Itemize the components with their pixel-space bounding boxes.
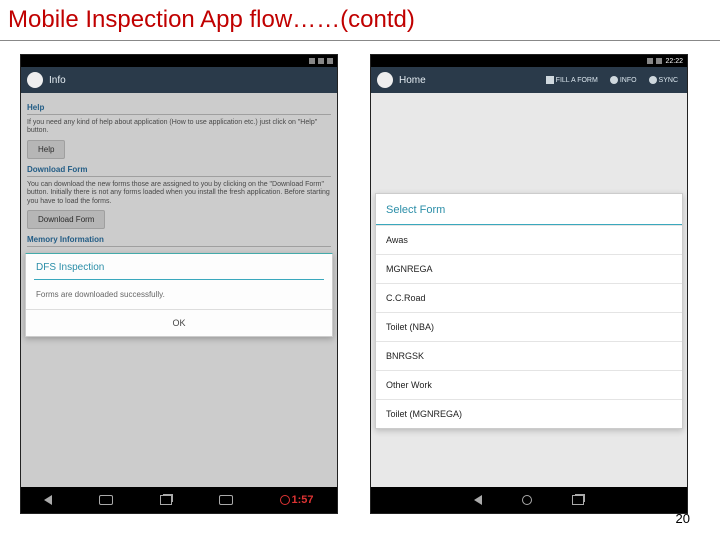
list-item[interactable]: BNRGSK — [376, 341, 682, 370]
nav-extra-icon[interactable] — [219, 495, 233, 505]
list-item[interactable]: C.C.Road — [376, 283, 682, 312]
app-bar: Home FILL A FORM INFO SYNC — [371, 67, 687, 93]
info-action[interactable]: INFO — [607, 76, 640, 84]
app-logo-icon — [27, 72, 43, 88]
dialog-ok-button[interactable]: OK — [26, 309, 332, 336]
sync-icon — [649, 76, 657, 84]
nav-recent-icon[interactable] — [572, 495, 584, 505]
signal-icon — [647, 58, 653, 64]
battery-icon — [656, 58, 662, 64]
signal-icon — [309, 58, 315, 64]
form-icon — [546, 76, 554, 84]
screen-body: Select Form Awas MGNREGA C.C.Road Toilet… — [371, 93, 687, 489]
status-bar: 22:22 — [371, 55, 687, 67]
nav-time-label: 1:57 — [292, 494, 314, 506]
nav-back-icon[interactable] — [474, 495, 482, 505]
sync-action[interactable]: SYNC — [646, 76, 681, 84]
info-icon — [610, 76, 618, 84]
app-bar-title: Home — [399, 75, 537, 86]
clock-icon — [280, 495, 290, 505]
status-time: 22:22 — [665, 58, 683, 65]
list-item[interactable]: Toilet (NBA) — [376, 312, 682, 341]
status-bar — [21, 55, 337, 67]
battery-icon — [327, 58, 333, 64]
slide-title: Mobile Inspection App flow……(contd) — [8, 6, 415, 34]
app-bar: Info — [21, 67, 337, 93]
nav-home-icon[interactable] — [522, 495, 532, 505]
dialog-title: DFS Inspection — [26, 254, 332, 279]
download-success-dialog: DFS Inspection Forms are downloaded succ… — [25, 253, 333, 337]
nav-recent-icon[interactable] — [160, 495, 172, 505]
title-underline — [0, 40, 720, 41]
list-item[interactable]: Toilet (MGNREGA) — [376, 399, 682, 428]
wifi-icon — [318, 58, 324, 64]
select-form-title: Select Form — [376, 194, 682, 225]
dialog-message: Forms are downloaded successfully. — [26, 280, 332, 309]
fill-form-action[interactable]: FILL A FORM — [543, 76, 601, 84]
fill-form-label: FILL A FORM — [556, 77, 598, 84]
info-label: INFO — [620, 77, 637, 84]
left-phone-frame: Info Help If you need any kind of help a… — [20, 54, 338, 514]
nav-home-icon[interactable] — [99, 495, 113, 505]
select-form-dialog: Select Form Awas MGNREGA C.C.Road Toilet… — [375, 193, 683, 429]
list-item[interactable]: MGNREGA — [376, 254, 682, 283]
screen-body: Help If you need any kind of help about … — [21, 93, 337, 489]
right-phone-frame: 22:22 Home FILL A FORM INFO SYNC Select … — [370, 54, 688, 514]
app-bar-title: Info — [49, 75, 331, 86]
app-logo-icon — [377, 72, 393, 88]
list-item[interactable]: Other Work — [376, 370, 682, 399]
list-item[interactable]: Awas — [376, 225, 682, 254]
nav-bar: 1:57 — [21, 487, 337, 513]
sync-label: SYNC — [659, 77, 678, 84]
nav-back-icon[interactable] — [44, 495, 52, 505]
nav-clock: 1:57 — [280, 494, 314, 506]
nav-bar — [371, 487, 687, 513]
